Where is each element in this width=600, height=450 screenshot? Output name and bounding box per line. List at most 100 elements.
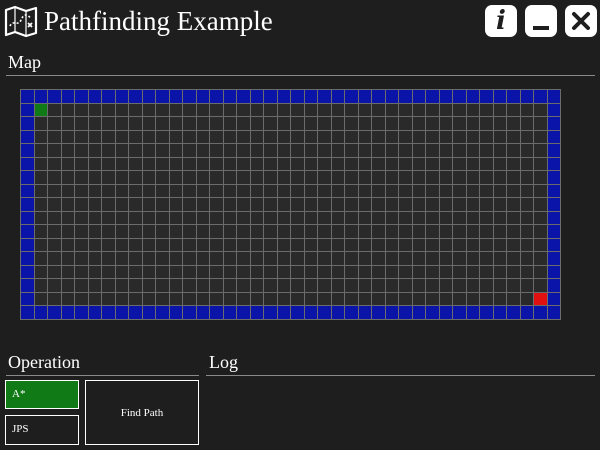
empty-cell[interactable] — [249, 291, 263, 305]
empty-cell[interactable] — [479, 183, 493, 197]
empty-cell[interactable] — [60, 156, 74, 170]
empty-cell[interactable] — [290, 237, 304, 251]
empty-cell[interactable] — [290, 224, 304, 238]
empty-cell[interactable] — [533, 251, 547, 265]
empty-cell[interactable] — [533, 197, 547, 211]
empty-cell[interactable] — [236, 170, 250, 184]
empty-cell[interactable] — [87, 251, 101, 265]
wall-cell[interactable] — [384, 305, 398, 319]
empty-cell[interactable] — [168, 170, 182, 184]
empty-cell[interactable] — [141, 291, 155, 305]
empty-cell[interactable] — [114, 251, 128, 265]
empty-cell[interactable] — [74, 197, 88, 211]
empty-cell[interactable] — [438, 170, 452, 184]
empty-cell[interactable] — [236, 197, 250, 211]
empty-cell[interactable] — [479, 143, 493, 157]
empty-cell[interactable] — [506, 170, 520, 184]
wall-cell[interactable] — [236, 89, 250, 103]
wall-cell[interactable] — [182, 305, 196, 319]
empty-cell[interactable] — [182, 183, 196, 197]
wall-cell[interactable] — [411, 89, 425, 103]
empty-cell[interactable] — [195, 170, 209, 184]
empty-cell[interactable] — [209, 291, 223, 305]
wall-cell[interactable] — [20, 210, 34, 224]
empty-cell[interactable] — [452, 264, 466, 278]
empty-cell[interactable] — [47, 251, 61, 265]
empty-cell[interactable] — [263, 156, 277, 170]
wall-cell[interactable] — [195, 305, 209, 319]
empty-cell[interactable] — [344, 102, 358, 116]
empty-cell[interactable] — [344, 264, 358, 278]
empty-cell[interactable] — [506, 116, 520, 130]
empty-cell[interactable] — [533, 143, 547, 157]
empty-cell[interactable] — [182, 129, 196, 143]
empty-cell[interactable] — [411, 251, 425, 265]
empty-cell[interactable] — [114, 237, 128, 251]
empty-cell[interactable] — [114, 264, 128, 278]
empty-cell[interactable] — [438, 237, 452, 251]
empty-cell[interactable] — [344, 237, 358, 251]
empty-cell[interactable] — [33, 116, 47, 130]
empty-cell[interactable] — [195, 264, 209, 278]
wall-cell[interactable] — [546, 116, 560, 130]
empty-cell[interactable] — [114, 183, 128, 197]
empty-cell[interactable] — [452, 170, 466, 184]
empty-cell[interactable] — [384, 291, 398, 305]
empty-cell[interactable] — [263, 102, 277, 116]
wall-cell[interactable] — [506, 305, 520, 319]
empty-cell[interactable] — [398, 251, 412, 265]
empty-cell[interactable] — [371, 129, 385, 143]
empty-cell[interactable] — [492, 278, 506, 292]
empty-cell[interactable] — [60, 251, 74, 265]
empty-cell[interactable] — [141, 143, 155, 157]
empty-cell[interactable] — [141, 156, 155, 170]
empty-cell[interactable] — [384, 170, 398, 184]
empty-cell[interactable] — [101, 156, 115, 170]
empty-cell[interactable] — [155, 183, 169, 197]
empty-cell[interactable] — [74, 210, 88, 224]
empty-cell[interactable] — [47, 210, 61, 224]
empty-cell[interactable] — [519, 278, 533, 292]
empty-cell[interactable] — [128, 264, 142, 278]
empty-cell[interactable] — [33, 156, 47, 170]
wall-cell[interactable] — [519, 89, 533, 103]
empty-cell[interactable] — [33, 183, 47, 197]
empty-cell[interactable] — [60, 102, 74, 116]
empty-cell[interactable] — [398, 224, 412, 238]
wall-cell[interactable] — [155, 305, 169, 319]
wall-cell[interactable] — [20, 170, 34, 184]
wall-cell[interactable] — [20, 291, 34, 305]
wall-cell[interactable] — [222, 89, 236, 103]
empty-cell[interactable] — [60, 224, 74, 238]
wall-cell[interactable] — [249, 89, 263, 103]
wall-cell[interactable] — [546, 291, 560, 305]
empty-cell[interactable] — [357, 197, 371, 211]
empty-cell[interactable] — [276, 129, 290, 143]
wall-cell[interactable] — [492, 89, 506, 103]
empty-cell[interactable] — [168, 129, 182, 143]
empty-cell[interactable] — [384, 116, 398, 130]
empty-cell[interactable] — [506, 143, 520, 157]
empty-cell[interactable] — [357, 224, 371, 238]
empty-cell[interactable] — [492, 251, 506, 265]
empty-cell[interactable] — [249, 197, 263, 211]
empty-cell[interactable] — [371, 197, 385, 211]
wall-cell[interactable] — [141, 305, 155, 319]
empty-cell[interactable] — [141, 170, 155, 184]
empty-cell[interactable] — [290, 170, 304, 184]
empty-cell[interactable] — [101, 170, 115, 184]
empty-cell[interactable] — [47, 129, 61, 143]
empty-cell[interactable] — [60, 197, 74, 211]
empty-cell[interactable] — [317, 102, 331, 116]
empty-cell[interactable] — [101, 143, 115, 157]
empty-cell[interactable] — [155, 251, 169, 265]
empty-cell[interactable] — [438, 278, 452, 292]
empty-cell[interactable] — [222, 251, 236, 265]
empty-cell[interactable] — [155, 264, 169, 278]
empty-cell[interactable] — [155, 156, 169, 170]
empty-cell[interactable] — [87, 278, 101, 292]
empty-cell[interactable] — [114, 224, 128, 238]
empty-cell[interactable] — [398, 291, 412, 305]
empty-cell[interactable] — [155, 210, 169, 224]
empty-cell[interactable] — [195, 237, 209, 251]
